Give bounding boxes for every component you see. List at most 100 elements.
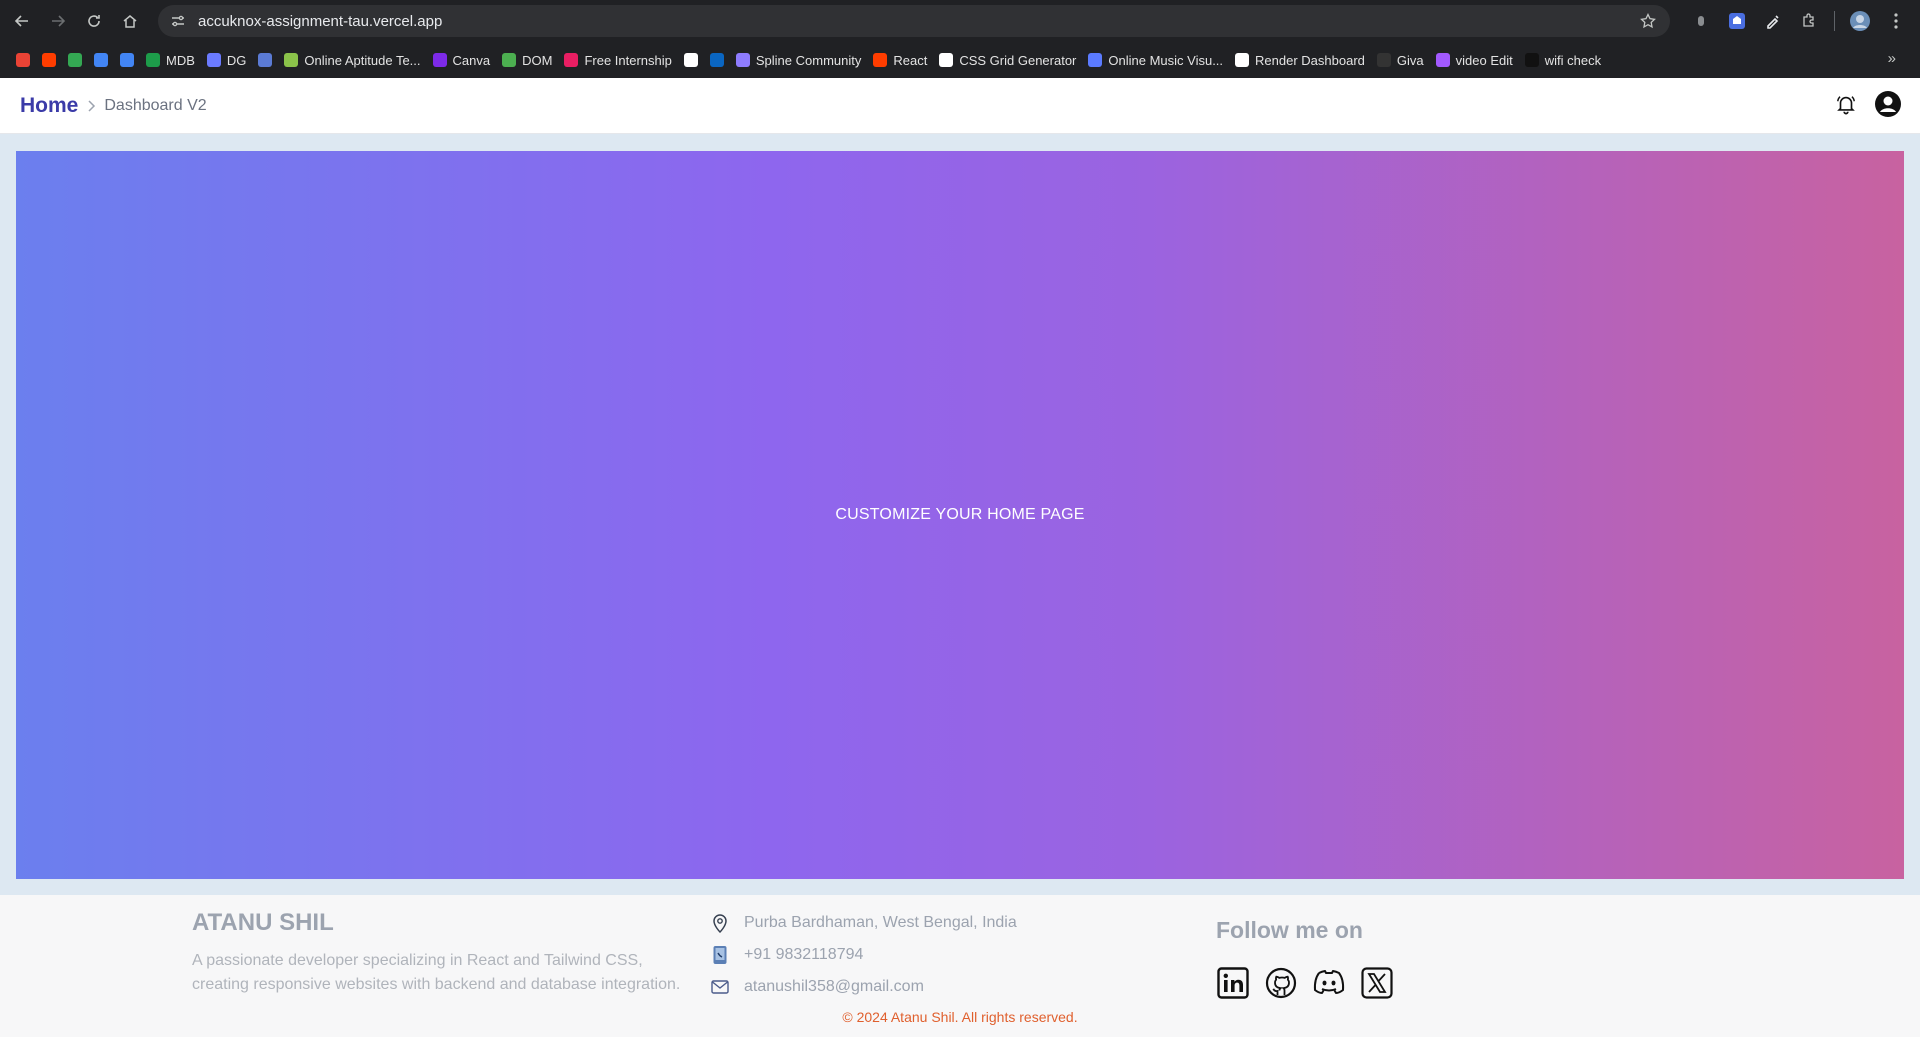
bookmark-label: CSS Grid Generator (959, 52, 1077, 68)
bookmark-item[interactable]: Free Internship (558, 46, 677, 74)
menu-kebab-icon[interactable] (1885, 10, 1907, 32)
bookmark-label: video Edit (1455, 52, 1513, 68)
bookmark-item[interactable] (252, 46, 278, 74)
bookmark-item[interactable] (114, 46, 140, 74)
bookmark-favicon-icon (258, 53, 273, 67)
bookmark-item[interactable]: CSS Grid Generator (933, 46, 1082, 74)
bookmark-favicon-icon (284, 53, 299, 67)
chevron-right-icon (88, 99, 96, 112)
extensions-area (1690, 0, 1907, 42)
bookmark-favicon-icon (1435, 53, 1450, 67)
footer: ATANU SHIL A passionate developer specia… (0, 895, 1920, 1037)
bookmark-item[interactable]: DG (201, 46, 253, 74)
bookmark-item[interactable]: Canva (427, 46, 497, 74)
map-pin-icon (710, 913, 730, 933)
bookmark-item[interactable]: video Edit (1430, 46, 1519, 74)
eyedropper-icon[interactable] (1762, 10, 1784, 32)
bookmark-item[interactable]: Giva (1371, 46, 1430, 74)
bookmark-item[interactable]: DOM (496, 46, 558, 74)
breadcrumb: Home Dashboard V2 (20, 94, 207, 118)
bookmark-favicon-icon (1088, 53, 1103, 67)
bookmark-favicon-icon (939, 53, 954, 67)
profile-avatar[interactable] (1849, 10, 1871, 32)
footer-about: ATANU SHIL A passionate developer specia… (192, 909, 702, 997)
follow-title: Follow me on (1216, 917, 1363, 943)
bookmark-item[interactable] (704, 46, 730, 74)
bookmark-item[interactable] (678, 46, 704, 74)
header-actions (1832, 90, 1902, 118)
bookmark-favicon-icon (683, 53, 698, 67)
phone-icon (710, 945, 730, 965)
bookmark-favicon-icon (1524, 53, 1539, 67)
location-text: Purba Bardhaman, West Bengal, India (744, 914, 1017, 931)
bookmark-item[interactable]: Online Music Visu... (1082, 46, 1229, 74)
reload-icon[interactable] (76, 3, 112, 39)
contact-email: atanushil358@gmail.com (710, 971, 1017, 1003)
bookmark-item[interactable]: MDB (140, 46, 201, 74)
bookmark-star-icon[interactable] (1640, 13, 1656, 29)
bookmark-item[interactable]: Render Dashboard (1229, 46, 1371, 74)
site-settings-icon[interactable] (170, 13, 186, 29)
bookmarks-bar: MDB DG Online Aptitude Te... Canva DOM Free I… (0, 42, 1920, 78)
bookmark-item[interactable] (36, 46, 62, 74)
bookmark-item[interactable]: Spline Community (730, 46, 868, 74)
bookmark-favicon-icon (502, 53, 517, 67)
bookmark-item[interactable] (88, 46, 114, 74)
bookmark-label: React (893, 52, 928, 68)
bookmark-label: Canva (452, 52, 491, 68)
bookmark-favicon-icon (146, 53, 160, 67)
hero-title: CUSTOMIZE YOUR HOME PAGE (835, 506, 1085, 523)
github-icon[interactable] (1264, 966, 1298, 1000)
discord-icon[interactable] (1312, 966, 1346, 1000)
forward-icon[interactable] (40, 3, 76, 39)
phone-text[interactable]: +91 9832118794 (744, 946, 863, 964)
breadcrumb-home-link[interactable]: Home (20, 94, 78, 118)
x-icon[interactable] (1360, 966, 1394, 1000)
user-profile-icon[interactable] (1874, 90, 1902, 118)
bookmark-item[interactable]: wifi check (1519, 46, 1607, 74)
back-icon[interactable] (4, 3, 40, 39)
footer-social: Follow me on (1216, 917, 1394, 1000)
puzzle-icon[interactable] (1798, 10, 1820, 32)
contact-phone: +91 9832118794 (710, 939, 1017, 971)
copyright-text: © 2024 Atanu Shil. All rights reserved. (842, 1009, 1078, 1025)
bookmark-label: Online Music Visu... (1108, 52, 1224, 68)
address-bar[interactable]: accuknox-assignment-tau.vercel.app (158, 5, 1670, 37)
bookmark-label: Render Dashboard (1255, 52, 1365, 68)
bookmark-favicon-icon (564, 53, 579, 67)
extension-icon[interactable] (1690, 10, 1712, 32)
bookmark-favicon-icon (709, 53, 724, 67)
bookmark-label: DOM (522, 52, 553, 68)
bookmark-favicon-icon (94, 53, 108, 67)
bookmark-label: DG (226, 52, 247, 68)
bookmark-item[interactable] (62, 46, 88, 74)
notification-bell-icon[interactable] (1832, 90, 1860, 118)
bookmark-item[interactable] (10, 46, 36, 74)
hero-banner: CUSTOMIZE YOUR HOME PAGE (16, 151, 1904, 879)
app-header: Home Dashboard V2 (0, 78, 1920, 134)
linkedin-icon[interactable] (1216, 966, 1250, 1000)
bookmark-item[interactable]: Online Aptitude Te... (278, 46, 426, 74)
bookmark-favicon-icon (873, 53, 888, 67)
bookmark-label: Giva (1396, 52, 1424, 68)
bookmark-favicon-icon (1235, 53, 1250, 67)
extension-icon[interactable] (1726, 10, 1748, 32)
contact-location: Purba Bardhaman, West Bengal, India (710, 907, 1017, 939)
home-icon[interactable] (112, 3, 148, 39)
footer-description: A passionate developer specializing in R… (192, 952, 681, 993)
footer-name: ATANU SHIL (192, 909, 334, 936)
footer-contact: Purba Bardhaman, West Bengal, India +91 … (710, 907, 1017, 1003)
bookmark-favicon-icon (68, 53, 82, 67)
url-text[interactable]: accuknox-assignment-tau.vercel.app (198, 13, 442, 30)
bookmark-favicon-icon (42, 53, 56, 67)
social-links (1216, 966, 1394, 1000)
email-text[interactable]: atanushil358@gmail.com (744, 978, 924, 996)
bookmark-favicon-icon (16, 53, 30, 67)
bookmark-item[interactable]: React (867, 46, 933, 74)
toolbar-divider (1834, 11, 1835, 31)
bookmark-label: MDB (166, 52, 195, 68)
bookmark-label: Spline Community (755, 52, 862, 68)
bookmark-favicon-icon (432, 53, 447, 67)
more-bookmarks-icon[interactable]: » (1888, 50, 1896, 67)
breadcrumb-current: Dashboard V2 (104, 96, 207, 114)
